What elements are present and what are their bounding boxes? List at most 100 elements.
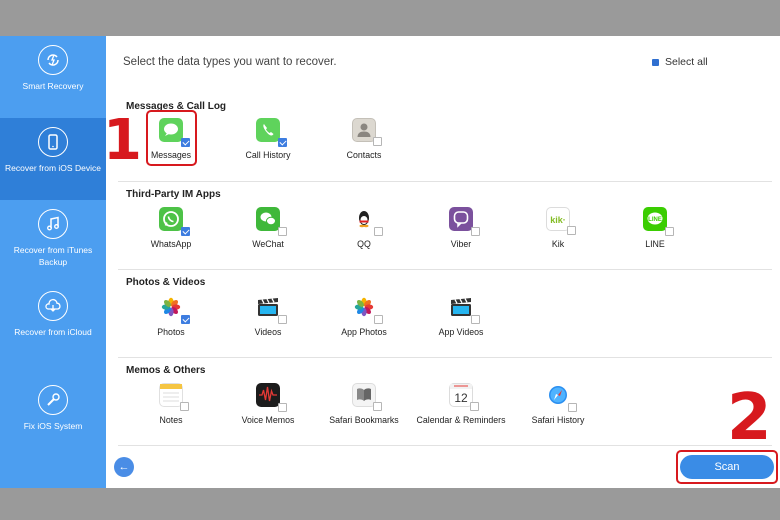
checkbox-unchecked[interactable] <box>665 227 674 236</box>
tile-viber[interactable]: Viber <box>416 207 506 249</box>
phone-call-icon <box>256 118 287 147</box>
tile-whatsapp[interactable]: WhatsApp <box>126 207 216 249</box>
checkbox-unchecked[interactable] <box>374 315 383 324</box>
highlight-scan <box>676 450 778 484</box>
phone-icon <box>38 127 68 157</box>
tile-app-videos[interactable]: App Videos <box>416 295 506 337</box>
tile-notes[interactable]: Notes <box>126 383 216 425</box>
tile-wechat[interactable]: WeChat <box>223 207 313 249</box>
section-title: Messages & Call Log <box>126 101 227 112</box>
lightning-refresh-icon <box>38 45 68 75</box>
sidebar-item-label: Recover from iOS Device <box>5 163 101 173</box>
videos-icon <box>256 295 287 324</box>
checkbox-unchecked[interactable] <box>180 402 189 411</box>
checkbox-unchecked[interactable] <box>278 403 287 412</box>
checkbox-checked[interactable] <box>181 315 190 324</box>
annotation-step-1: 1 <box>103 108 142 173</box>
section-memos-others: Memos & Others <box>118 365 772 376</box>
checkbox-unchecked[interactable] <box>471 227 480 236</box>
photos-icon <box>159 295 190 324</box>
tile-label: LINE <box>645 239 665 249</box>
voice-memos-icon <box>256 383 287 412</box>
checkbox-checked[interactable] <box>181 227 190 236</box>
music-note-icon <box>38 209 68 239</box>
tile-label: Viber <box>450 239 472 249</box>
tile-contacts[interactable]: Contacts <box>319 118 409 160</box>
tile-label: App Videos <box>438 327 484 337</box>
svg-text:12: 12 <box>454 391 468 405</box>
sidebar-item-fix-ios-system[interactable]: Fix iOS System <box>0 376 106 458</box>
checkbox-icon <box>652 58 659 66</box>
tile-label: Voice Memos <box>241 415 295 425</box>
wrench-icon <box>38 385 68 415</box>
section-title: Memos & Others <box>126 365 206 376</box>
sidebar-item-recover-itunes-backup[interactable]: Recover from iTunes Backup <box>0 200 106 282</box>
sidebar-item-label: Recover from iCloud <box>14 327 92 337</box>
checkbox-unchecked[interactable] <box>567 226 576 235</box>
whatsapp-icon <box>159 207 190 236</box>
section-divider <box>118 269 772 270</box>
tile-label: Calendar & Reminders <box>416 415 506 425</box>
app-videos-icon <box>449 295 480 324</box>
sidebar-item-recover-ios-device[interactable]: Recover from iOS Device <box>0 118 106 200</box>
tile-safari-bookmarks[interactable]: Safari Bookmarks <box>319 383 409 425</box>
tile-call-history[interactable]: Call History <box>223 118 313 160</box>
sidebar-item-label: Recover from iTunes Backup <box>13 245 93 267</box>
main-panel: Select the data types you want to recove… <box>106 36 780 488</box>
section-third-party-im: Third-Party IM Apps <box>118 189 772 200</box>
tile-qq[interactable]: QQ <box>319 207 409 249</box>
section-title: Third-Party IM Apps <box>126 189 221 200</box>
sidebar-item-label: Smart Recovery <box>22 81 84 91</box>
tile-photos[interactable]: Photos <box>126 295 216 337</box>
annotation-step-2: 2 <box>727 381 772 455</box>
page-title: Select the data types you want to recove… <box>123 56 337 68</box>
tile-label: Contacts <box>346 150 382 160</box>
tile-label: Call History <box>245 150 291 160</box>
wechat-icon <box>256 207 287 236</box>
line-icon: LINE <box>643 207 674 236</box>
checkbox-checked[interactable] <box>278 138 287 147</box>
tile-videos[interactable]: Videos <box>223 295 313 337</box>
section-divider <box>118 357 772 358</box>
tile-label: WeChat <box>252 239 284 249</box>
checkbox-unchecked[interactable] <box>278 315 287 324</box>
calendar-icon: 12 <box>449 383 479 411</box>
checkbox-unchecked[interactable] <box>471 315 480 324</box>
checkbox-unchecked[interactable] <box>373 402 382 411</box>
checkbox-unchecked[interactable] <box>374 227 383 236</box>
notes-icon <box>159 383 189 411</box>
tile-label: WhatsApp <box>150 239 192 249</box>
sidebar-item-recover-icloud[interactable]: Recover from iCloud <box>0 282 106 364</box>
checkbox-unchecked[interactable] <box>373 137 382 146</box>
tile-kik[interactable]: kik· Kik <box>513 207 603 249</box>
app-photos-icon <box>352 295 383 324</box>
tile-label: Notes <box>159 415 183 425</box>
section-divider <box>118 445 772 446</box>
checkbox-unchecked[interactable] <box>568 403 577 412</box>
section-messages-call-log: Messages & Call Log <box>118 101 772 112</box>
tile-label: Kik <box>551 239 565 249</box>
tile-safari-history[interactable]: Safari History <box>513 383 603 425</box>
back-button[interactable]: ← <box>114 457 134 477</box>
back-arrow-icon: ← <box>118 461 130 473</box>
tile-app-photos[interactable]: App Photos <box>319 295 409 337</box>
kik-icon: kik· <box>546 207 576 235</box>
section-divider <box>118 181 772 182</box>
bookmarks-icon <box>352 383 382 411</box>
checkbox-unchecked[interactable] <box>278 227 287 236</box>
tile-line[interactable]: LINE LINE <box>610 207 700 249</box>
sidebar-item-smart-recovery[interactable]: Smart Recovery <box>0 36 106 118</box>
section-title: Photos & Videos <box>126 277 206 288</box>
tile-voice-memos[interactable]: Voice Memos <box>223 383 313 425</box>
tile-calendar-reminders[interactable]: 12 Calendar & Reminders <box>416 383 506 425</box>
tile-label: Safari Bookmarks <box>329 415 399 425</box>
tile-label: App Photos <box>341 327 387 337</box>
select-all-checkbox[interactable]: Select all <box>652 56 708 68</box>
highlight-messages <box>146 110 197 166</box>
viber-icon <box>449 207 480 236</box>
tile-label: Photos <box>157 327 185 337</box>
tile-label: Videos <box>254 327 282 337</box>
checkbox-unchecked[interactable] <box>470 402 479 411</box>
cloud-download-icon <box>38 291 68 321</box>
svg-text:LINE: LINE <box>648 217 662 223</box>
